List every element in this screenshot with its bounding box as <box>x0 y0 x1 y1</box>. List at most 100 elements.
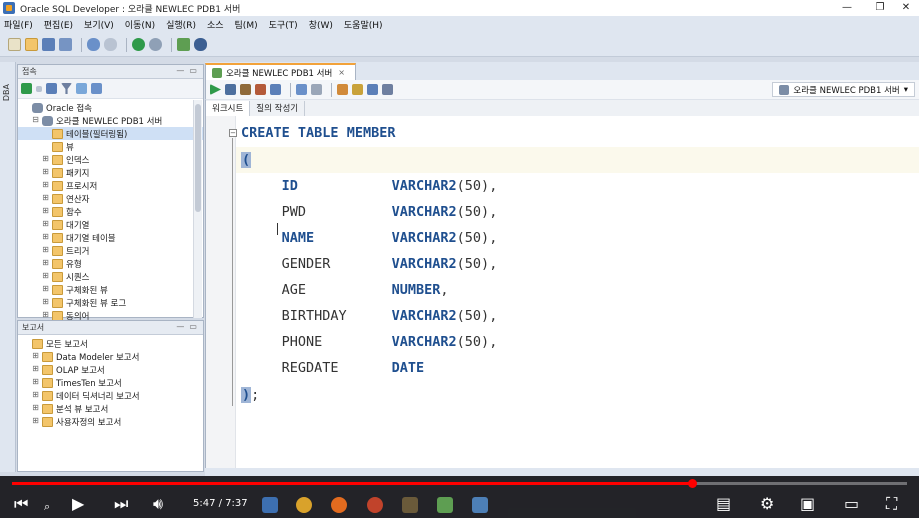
schema-browser-icon[interactable] <box>76 83 87 94</box>
open-folder-icon[interactable] <box>25 38 38 51</box>
run-statement-icon[interactable] <box>210 84 221 95</box>
expand-icon[interactable]: ⊞ <box>41 298 50 307</box>
menu-item[interactable]: 도구(T) <box>269 18 298 31</box>
tree-item[interactable]: ⊞ 연산자 <box>18 192 203 205</box>
close-tab-icon[interactable]: × <box>338 68 345 77</box>
sql-tuning-icon[interactable] <box>311 84 322 95</box>
tree-item[interactable]: ⊞ 데이터 딕셔너리 보고서 <box>18 389 203 402</box>
tab-query-builder[interactable]: 질의 작성기 <box>250 100 306 116</box>
undo-icon[interactable] <box>87 38 100 51</box>
firefox-icon[interactable] <box>331 497 347 513</box>
menu-item[interactable]: 파일(F) <box>4 18 33 31</box>
miniplayer-icon[interactable]: ▣ <box>800 494 815 514</box>
sql-worksheet-icon[interactable] <box>177 38 190 51</box>
minimize-icon[interactable]: — <box>829 0 865 16</box>
tree-item[interactable]: ⊞ OLAP 보고서 <box>18 363 203 376</box>
clear-icon[interactable] <box>352 84 363 95</box>
next-icon[interactable]: ⏭ <box>114 494 128 514</box>
tree-item[interactable]: ⊞ 구체화된 뷰 <box>18 283 203 296</box>
run-script-icon[interactable] <box>225 84 236 95</box>
expand-icon[interactable]: ⊞ <box>41 259 50 268</box>
history-icon[interactable] <box>367 84 378 95</box>
dba-tab[interactable]: DBA <box>2 84 11 101</box>
taskbar-network-icon[interactable] <box>262 497 278 513</box>
redo-icon[interactable] <box>104 38 117 51</box>
monitor-icon[interactable] <box>194 38 207 51</box>
add-connection-icon[interactable] <box>21 83 32 94</box>
worksheet-tab[interactable]: 오라클 NEWLEC PDB1 서버 × <box>205 63 356 80</box>
tree-item[interactable]: ⊞ 유형 <box>18 257 203 270</box>
gear-icon[interactable]: ⚙ <box>760 494 774 514</box>
translate-icon[interactable] <box>382 84 393 95</box>
expand-icon[interactable]: ⊞ <box>41 285 50 294</box>
back-icon[interactable] <box>132 38 145 51</box>
save-icon[interactable] <box>42 38 55 51</box>
tree-item[interactable]: Oracle 접속 <box>18 101 203 114</box>
collapse-icon[interactable]: ⊟ <box>31 116 40 125</box>
tree-item[interactable]: ⊞ 사용자정의 보고서 <box>18 415 203 428</box>
connections-scrollbar[interactable] <box>193 100 202 318</box>
expand-icon[interactable]: ⊞ <box>41 207 50 216</box>
expand-icon[interactable]: ⊞ <box>41 220 50 229</box>
tree-item[interactable]: 테이블(필터링됨) <box>18 127 203 140</box>
menu-item[interactable]: 도움말(H) <box>344 18 383 31</box>
tree-item[interactable]: ⊞ 대기열 <box>18 218 203 231</box>
tree-item[interactable]: ⊞ Data Modeler 보고서 <box>18 350 203 363</box>
tree-item[interactable]: ⊞ 분석 뷰 보고서 <box>18 402 203 415</box>
subtitles-icon[interactable]: ▤ <box>716 494 731 514</box>
import-icon[interactable] <box>91 83 102 94</box>
filter-icon[interactable] <box>61 83 72 94</box>
expand-icon[interactable]: ⊞ <box>41 311 50 320</box>
tree-item[interactable]: ⊞ 프로시저 <box>18 179 203 192</box>
play-icon[interactable]: ▶ <box>72 494 84 514</box>
fold-toggle-icon[interactable]: − <box>229 129 237 137</box>
menu-item[interactable]: 보기(V) <box>84 18 114 31</box>
settings-app-icon[interactable] <box>402 497 418 513</box>
format-icon[interactable] <box>337 84 348 95</box>
tree-item[interactable]: ⊞ 함수 <box>18 205 203 218</box>
tree-item[interactable]: ⊞ 트리거 <box>18 244 203 257</box>
sqldeveloper-taskbar-icon[interactable] <box>437 497 453 513</box>
tree-item[interactable]: ⊞ 인덱스 <box>18 153 203 166</box>
expand-icon[interactable]: ⊞ <box>31 352 40 361</box>
tree-item[interactable]: ⊞ 시퀀스 <box>18 270 203 283</box>
panel-minimize-icon[interactable]: — ▭ <box>176 322 197 331</box>
tree-item[interactable]: 모든 보고서 <box>18 337 203 350</box>
menu-item[interactable]: 창(W) <box>309 18 333 31</box>
menu-item[interactable]: 이동(N) <box>125 18 155 31</box>
commit-icon[interactable] <box>240 84 251 95</box>
close-icon[interactable]: ✕ <box>893 0 919 16</box>
rollback-icon[interactable] <box>255 84 266 95</box>
fullscreen-icon[interactable]: ⛶ <box>886 494 897 514</box>
tree-item[interactable]: ⊞ 대기열 테이블 <box>18 231 203 244</box>
volume-icon[interactable]: 🔊︎ <box>153 494 163 514</box>
previous-icon[interactable]: ⏮ <box>14 494 28 514</box>
tree-item[interactable]: ⊞ TimesTen 보고서 <box>18 376 203 389</box>
scrollbar-thumb[interactable] <box>195 104 201 212</box>
video-scrubber-knob[interactable] <box>688 479 697 488</box>
expand-icon[interactable]: ⊞ <box>41 155 50 164</box>
refresh-icon[interactable] <box>46 83 57 94</box>
expand-icon[interactable]: ⊞ <box>31 378 40 387</box>
expand-icon[interactable]: ⊞ <box>41 181 50 190</box>
powerpoint-icon[interactable] <box>367 497 383 513</box>
menu-item[interactable]: 편집(E) <box>44 18 73 31</box>
dropdown-arrow-icon[interactable] <box>36 85 42 92</box>
menu-item[interactable]: 소스 <box>207 18 224 31</box>
expand-icon[interactable]: ⊞ <box>41 194 50 203</box>
expand-icon[interactable]: ⊞ <box>31 417 40 426</box>
chrome-icon[interactable] <box>296 497 312 513</box>
remote-desktop-icon[interactable] <box>472 497 488 513</box>
forward-icon[interactable] <box>149 38 162 51</box>
menu-item[interactable]: 실행(R) <box>166 18 196 31</box>
expand-icon[interactable]: ⊞ <box>41 233 50 242</box>
theater-mode-icon[interactable]: ▭ <box>844 494 859 514</box>
expand-icon[interactable]: ⊞ <box>31 391 40 400</box>
new-file-icon[interactable] <box>8 38 21 51</box>
panel-minimize-icon[interactable]: — ▭ <box>176 66 197 75</box>
expand-icon[interactable]: ⊞ <box>41 246 50 255</box>
tab-worksheet[interactable]: 워크시트 <box>206 100 251 116</box>
tree-item[interactable]: ⊞ 패키지 <box>18 166 203 179</box>
tree-item[interactable]: 뷰 <box>18 140 203 153</box>
expand-icon[interactable]: ⊞ <box>41 272 50 281</box>
